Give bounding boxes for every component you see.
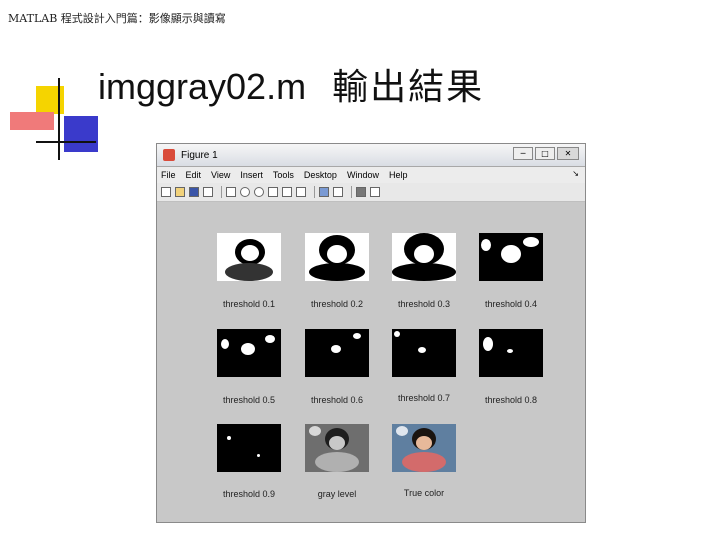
toolbar-separator bbox=[314, 186, 315, 198]
save-icon[interactable] bbox=[189, 187, 199, 197]
close-button[interactable]: ✕ bbox=[557, 147, 579, 160]
caption-threshold-0-8: threshold 0.8 bbox=[484, 395, 538, 405]
menu-insert[interactable]: Insert bbox=[240, 170, 263, 180]
new-file-icon[interactable] bbox=[161, 187, 171, 197]
matlab-figure-icon bbox=[163, 149, 175, 161]
caption-threshold-0-7: threshold 0.7 bbox=[397, 393, 451, 403]
menu-help[interactable]: Help bbox=[389, 170, 408, 180]
print-icon[interactable] bbox=[203, 187, 213, 197]
binary-image-threshold-0-6 bbox=[305, 329, 369, 377]
figure-title: Figure 1 bbox=[181, 149, 218, 161]
legend-icon[interactable] bbox=[333, 187, 343, 197]
binary-image-threshold-0-2 bbox=[305, 233, 369, 281]
figure-window: Figure 1 ─ □ ✕ File Edit View Insert Too… bbox=[156, 143, 586, 523]
caption-gray-level: gray level bbox=[317, 489, 357, 499]
toolbar-separator bbox=[351, 186, 352, 198]
binary-image-threshold-0-4 bbox=[479, 233, 543, 281]
menubar: File Edit View Insert Tools Desktop Wind… bbox=[157, 167, 585, 183]
menu-tools[interactable]: Tools bbox=[273, 170, 294, 180]
deco-red-bar bbox=[10, 112, 54, 130]
caption-threshold-0-5: threshold 0.5 bbox=[222, 395, 276, 405]
caption-threshold-0-4: threshold 0.4 bbox=[484, 299, 538, 309]
zoom-out-icon[interactable] bbox=[254, 187, 264, 197]
toolbar-separator bbox=[221, 186, 222, 198]
menu-window[interactable]: Window bbox=[347, 170, 379, 180]
show-plot-tools-icon[interactable] bbox=[370, 187, 380, 197]
caption-threshold-0-6: threshold 0.6 bbox=[310, 395, 364, 405]
caption-true-color: True color bbox=[403, 488, 445, 498]
rotate-icon[interactable] bbox=[282, 187, 292, 197]
grayscale-image bbox=[305, 424, 369, 472]
hide-plot-tools-icon[interactable] bbox=[356, 187, 366, 197]
dock-arrow-icon[interactable]: ↘ bbox=[572, 169, 579, 178]
caption-threshold-0-9: threshold 0.9 bbox=[222, 489, 276, 499]
binary-image-threshold-0-5 bbox=[217, 329, 281, 377]
deco-blue-square bbox=[64, 116, 98, 152]
slide-title-en: imggray02.m bbox=[98, 66, 307, 107]
binary-image-threshold-0-9 bbox=[217, 424, 281, 472]
minimize-button[interactable]: ─ bbox=[513, 147, 533, 160]
colorbar-icon[interactable] bbox=[319, 187, 329, 197]
slide-title: imggray02.m 輸出結果 bbox=[98, 58, 484, 110]
menu-file[interactable]: File bbox=[161, 170, 176, 180]
open-folder-icon[interactable] bbox=[175, 187, 185, 197]
menu-view[interactable]: View bbox=[211, 170, 230, 180]
binary-image-threshold-0-7 bbox=[392, 329, 456, 377]
caption-threshold-0-2: threshold 0.2 bbox=[310, 299, 364, 309]
deco-horizontal-line bbox=[36, 141, 96, 143]
subplot-grid: threshold 0.1 threshold 0.2 threshold 0.… bbox=[157, 201, 585, 521]
pan-icon[interactable] bbox=[268, 187, 278, 197]
maximize-button[interactable]: □ bbox=[535, 147, 555, 160]
header-text: MATLAB 程式設計入門篇：影像顯示與讀寫 bbox=[8, 12, 226, 25]
data-cursor-icon[interactable] bbox=[296, 187, 306, 197]
deco-vertical-line bbox=[58, 78, 60, 160]
pointer-icon[interactable] bbox=[226, 187, 236, 197]
binary-image-threshold-0-8 bbox=[479, 329, 543, 377]
toolbar bbox=[157, 183, 585, 202]
menu-desktop[interactable]: Desktop bbox=[304, 170, 337, 180]
caption-threshold-0-1: threshold 0.1 bbox=[222, 299, 276, 309]
binary-image-threshold-0-1 bbox=[217, 233, 281, 281]
figure-titlebar[interactable]: Figure 1 ─ □ ✕ bbox=[157, 144, 585, 167]
binary-image-threshold-0-3 bbox=[392, 233, 456, 281]
zoom-in-icon[interactable] bbox=[240, 187, 250, 197]
true-color-image bbox=[392, 424, 456, 472]
menu-edit[interactable]: Edit bbox=[186, 170, 202, 180]
slide-title-zh: 輸出結果 bbox=[332, 67, 485, 108]
caption-threshold-0-3: threshold 0.3 bbox=[397, 299, 451, 309]
